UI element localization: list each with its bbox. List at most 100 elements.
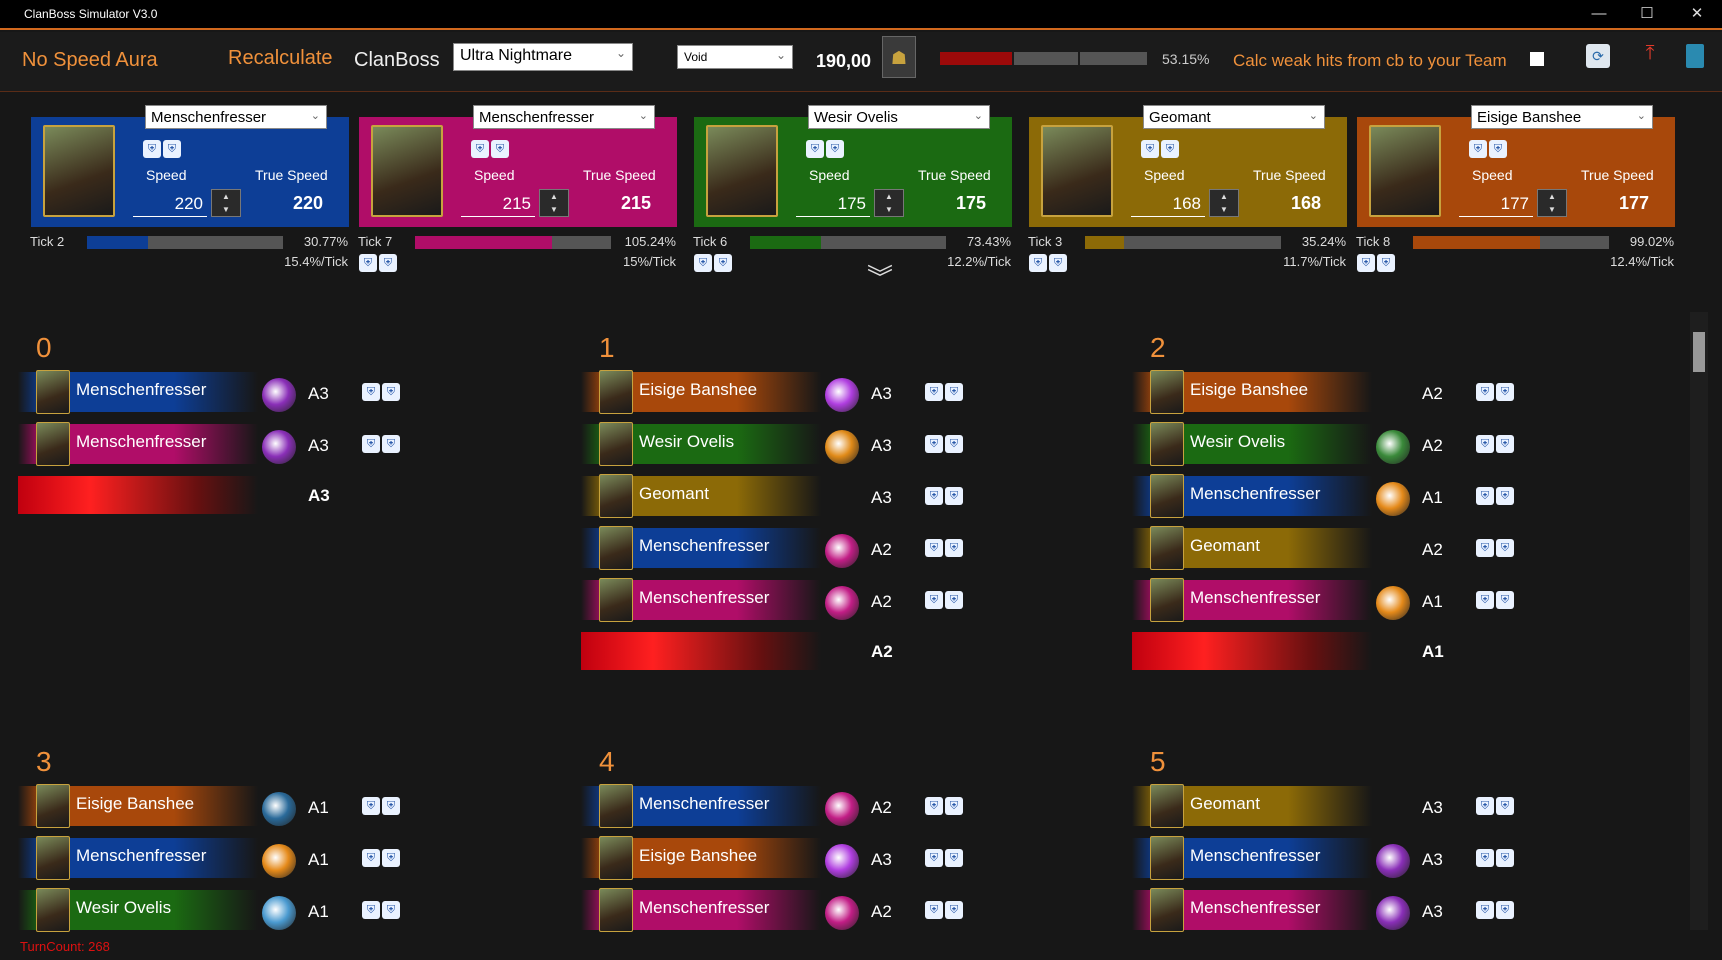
affinity-select[interactable]: Void ⌄ (677, 45, 793, 69)
document-icon[interactable] (1686, 44, 1704, 68)
turn-row: Wesir Ovelis A1 ⛨ ⛨ (18, 888, 438, 932)
skill-label: A3 (871, 850, 892, 869)
close-button[interactable]: ✕ (1674, 0, 1720, 28)
aura-button[interactable]: No Speed Aura (22, 49, 158, 72)
ability-icon (1376, 482, 1410, 516)
minimize-button[interactable]: — (1576, 0, 1622, 28)
step-down-icon[interactable]: ▼ (1538, 203, 1566, 216)
speed-input[interactable]: 177 (1459, 191, 1533, 217)
skill-label: A3 (871, 384, 892, 403)
step-up-icon[interactable]: ▲ (212, 190, 240, 203)
buff-icons: ⛨ ⛨ (925, 591, 965, 609)
speed-stepper[interactable]: ▲ ▼ (211, 189, 241, 217)
boss-speed: 190,00 (816, 51, 872, 71)
buff-icons: ⛨ ⛨ (359, 254, 399, 272)
step-down-icon[interactable]: ▼ (875, 203, 903, 216)
champion-select-value: Wesir Ovelis (814, 109, 898, 126)
speed-input[interactable]: 168 (1131, 191, 1205, 217)
champion-select[interactable]: Menschenfresser ⌄ (145, 105, 327, 129)
speed-stepper[interactable]: ▲ ▼ (539, 189, 569, 217)
recalculate-button[interactable]: Recalculate (228, 47, 333, 70)
step-up-icon[interactable]: ▲ (1538, 190, 1566, 203)
champion-select[interactable]: Geomant ⌄ (1143, 105, 1325, 129)
shield-icon: ⛨ (1476, 797, 1494, 815)
per-tick: 15.4%/Tick (284, 254, 348, 269)
maximize-button[interactable]: ☐ (1624, 0, 1670, 28)
champion-name: Geomant (639, 484, 709, 503)
chevron-down-icon: ⌄ (775, 48, 786, 62)
step-up-icon[interactable]: ▲ (1210, 190, 1238, 203)
speed-input[interactable]: 215 (461, 191, 535, 217)
buff-icons: ⛨ ⛨ (1029, 254, 1069, 272)
shield-icon: ⛨ (925, 901, 943, 919)
shield-icon: ⛨ (1489, 140, 1507, 158)
ability-icon (825, 896, 859, 930)
shield-icon: ⛨ (1496, 901, 1514, 919)
champion-portrait[interactable] (1041, 125, 1113, 217)
upload-icon[interactable]: ⤒ (1638, 42, 1662, 68)
shield-icon: ⛨ (925, 797, 943, 815)
scrollbar[interactable] (1690, 312, 1708, 930)
speed-input[interactable]: 220 (133, 191, 207, 217)
skill-label: A1 (308, 798, 329, 817)
shield-icon: ⛨ (382, 849, 400, 867)
refresh-icon[interactable]: ⟳ (1586, 44, 1610, 68)
step-down-icon[interactable]: ▼ (212, 203, 240, 216)
per-tick: 11.7%/Tick (1283, 254, 1346, 269)
per-tick: 12.4%/Tick (1610, 254, 1674, 269)
champion-name: Wesir Ovelis (639, 432, 735, 451)
skill-label: A2 (1422, 540, 1443, 559)
champion-name: Menschenfresser (1190, 846, 1321, 865)
shield-icon: ⛨ (362, 797, 380, 815)
champion-portrait[interactable] (43, 125, 115, 217)
buff-icons: ⛨ ⛨ (362, 797, 402, 815)
turn-meter-bar (415, 236, 611, 249)
boss-helmet-icon[interactable]: ☗ (882, 36, 916, 78)
champion-name: Eisige Banshee (639, 380, 758, 399)
champion-select[interactable]: Menschenfresser ⌄ (473, 105, 655, 129)
turn-number: 1 (599, 332, 615, 363)
turn-number: 4 (599, 746, 615, 777)
step-up-icon[interactable]: ▲ (875, 190, 903, 203)
champion-name: Menschenfresser (639, 536, 770, 555)
expand-chevron-icon[interactable]: ︾ (862, 265, 898, 308)
champion-select[interactable]: Wesir Ovelis ⌄ (808, 105, 990, 129)
champion-portrait[interactable] (1369, 125, 1441, 217)
speed-input[interactable]: 175 (796, 191, 870, 217)
boss-skill-label: A1 (1422, 642, 1444, 661)
champion-portrait[interactable] (371, 125, 443, 217)
speed-stepper[interactable]: ▲ ▼ (1209, 189, 1239, 217)
step-down-icon[interactable]: ▼ (540, 203, 568, 216)
turn-row: Eisige Banshee A2 ⛨ ⛨ (1132, 370, 1552, 414)
turn-meter-bar (750, 236, 946, 249)
champion-portrait[interactable] (706, 125, 778, 217)
skill-label: A2 (871, 798, 892, 817)
difficulty-select[interactable]: Ultra Nightmare ⌄ (453, 43, 633, 71)
scrollbar-thumb[interactable] (1693, 332, 1705, 372)
buff-icons: ⛨ ⛨ (1476, 591, 1516, 609)
shield-icon: ⛨ (1476, 539, 1494, 557)
champion-name: Menschenfresser (639, 898, 770, 917)
speed-stepper[interactable]: ▲ ▼ (874, 189, 904, 217)
weak-hits-checkbox[interactable] (1530, 52, 1544, 66)
step-down-icon[interactable]: ▼ (1210, 203, 1238, 216)
champion-select[interactable]: Eisige Banshee ⌄ (1471, 105, 1653, 129)
buff-icons: ⛨ ⛨ (362, 901, 402, 919)
speed-stepper[interactable]: ▲ ▼ (1537, 189, 1567, 217)
ability-icon (1376, 430, 1410, 464)
champion-avatar (599, 526, 633, 570)
shield-icon: ⛨ (359, 254, 377, 272)
shield-icon: ⛨ (945, 901, 963, 919)
buff-icons: ⛨ ⛨ (925, 797, 965, 815)
ability-icon (262, 378, 296, 412)
shield-icon: ⛨ (945, 435, 963, 453)
ability-icon (1376, 896, 1410, 930)
speed-label: Speed (1144, 167, 1185, 183)
tick-label: Tick 8 (1356, 234, 1391, 249)
buff-icons: ⛨ ⛨ (1476, 901, 1516, 919)
buff-icons: ⛨ ⛨ (925, 539, 965, 557)
champion-card: Menschenfresser ⌄ ⛨ ⛨ Speed True Speed 22… (31, 105, 349, 227)
shield-icon: ⛨ (826, 140, 844, 158)
buff-icons: ⛨ ⛨ (925, 487, 965, 505)
step-up-icon[interactable]: ▲ (540, 190, 568, 203)
